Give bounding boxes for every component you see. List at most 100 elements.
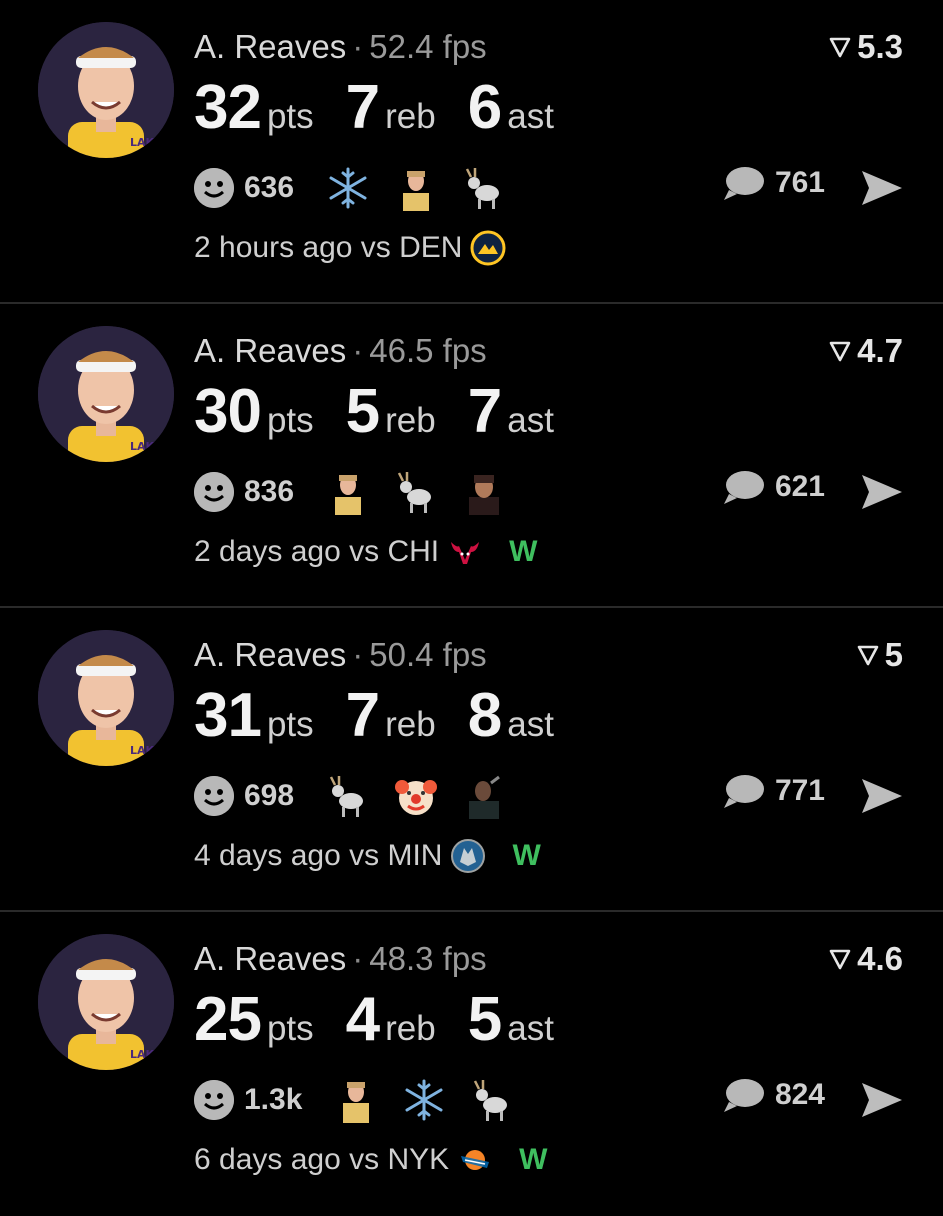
knicks-logo-icon[interactable] (457, 1142, 493, 1178)
points-value: 31 (194, 681, 262, 750)
player-avatar[interactable]: LAKERS (38, 326, 174, 462)
player-avatar[interactable]: LAKERS (38, 934, 174, 1070)
game-card[interactable]: LAKERS A. Reaves · 50.4 fps 5 31 pts 7 reb 8… (0, 608, 943, 912)
snowflake-icon[interactable] (322, 162, 374, 214)
points-value: 30 (194, 377, 262, 446)
smiley-icon[interactable] (194, 1080, 234, 1120)
comment-count: 771 (774, 774, 825, 807)
timberwolves-logo-icon[interactable] (450, 838, 486, 874)
rebounds-value: 4 (345, 985, 380, 1054)
reactions-row: 698 (194, 770, 526, 822)
player-name[interactable]: A. Reaves (194, 28, 346, 65)
rating-icon (857, 636, 879, 674)
snowflake-icon[interactable] (398, 1074, 450, 1126)
reactions-row: 1.3k (194, 1074, 534, 1126)
comment-count: 761 (774, 166, 825, 199)
points-value: 32 (194, 73, 262, 142)
rebounds-value: 5 (345, 377, 380, 446)
comment-bubble-icon (723, 775, 764, 808)
player-photo-icon[interactable] (322, 466, 374, 518)
comment-bubble-icon (723, 471, 764, 504)
card-header: A. Reaves · 50.4 fps (194, 636, 487, 673)
share-icon[interactable] (859, 776, 905, 816)
rating-badge[interactable]: 5 (857, 636, 903, 674)
stat-line: 25 pts 4 reb 5 ast (194, 984, 586, 1055)
rebounds-value: 7 (345, 73, 380, 142)
game-info: 4 days ago vs MIN W (194, 838, 541, 874)
assists-value: 6 (467, 73, 502, 142)
player-avatar[interactable]: LAKERS (38, 22, 174, 158)
game-card[interactable]: LAKERS A. Reaves · 46.5 fps 4.7 30 pts 5 reb… (0, 304, 943, 608)
assists-label: ast (507, 97, 554, 136)
comments-button[interactable]: 824 (721, 1076, 825, 1114)
points-label: pts (266, 401, 314, 440)
goat-icon[interactable] (466, 1074, 518, 1126)
bulls-logo-icon[interactable] (447, 534, 483, 570)
game-info: 2 days ago vs CHI W (194, 534, 537, 570)
player-photo-icon[interactable] (458, 466, 510, 518)
nuggets-logo-icon[interactable] (470, 230, 506, 266)
player-name[interactable]: A. Reaves (194, 332, 346, 369)
rating-value: 4.7 (857, 332, 903, 369)
smiley-icon[interactable] (194, 776, 234, 816)
comment-count: 621 (774, 470, 825, 503)
rating-icon (829, 28, 851, 66)
smiley-icon[interactable] (194, 472, 234, 512)
rating-badge[interactable]: 5.3 (829, 28, 903, 66)
player-photo-icon[interactable] (330, 1074, 382, 1126)
rating-badge[interactable]: 4.7 (829, 332, 903, 370)
points-label: pts (266, 97, 314, 136)
goat-icon[interactable] (322, 770, 374, 822)
rating-value: 4.6 (857, 940, 903, 977)
assists-label: ast (507, 401, 554, 440)
game-card[interactable]: LAKERS A. Reaves · 52.4 fps 5.3 32 pts 7 reb… (0, 0, 943, 304)
game-info: 2 hours ago vs DEN (194, 230, 532, 266)
reactions-row: 836 (194, 466, 526, 518)
card-header: A. Reaves · 46.5 fps (194, 332, 487, 369)
svg-text:LAKERS: LAKERS (130, 744, 174, 757)
comment-bubble-icon (723, 167, 764, 200)
player-photo-icon[interactable] (458, 770, 510, 822)
player-photo-icon[interactable] (390, 162, 442, 214)
game-info: 6 days ago vs NYK W (194, 1142, 547, 1178)
reaction-count: 698 (244, 779, 295, 812)
svg-text:LAKERS: LAKERS (130, 1048, 174, 1061)
rating-badge[interactable]: 4.6 (829, 940, 903, 978)
rating-icon (829, 332, 851, 370)
comment-count: 824 (774, 1078, 825, 1111)
stat-line: 31 pts 7 reb 8 ast (194, 680, 586, 751)
points-value: 25 (194, 985, 262, 1054)
rating-value: 5 (884, 636, 903, 673)
game-result: W (519, 1143, 548, 1176)
assists-value: 7 (467, 377, 502, 446)
share-icon[interactable] (859, 1080, 905, 1120)
player-avatar[interactable]: LAKERS (38, 630, 174, 766)
comments-button[interactable]: 771 (721, 772, 825, 810)
game-result: W (509, 535, 538, 568)
reactions-row: 636 (194, 162, 526, 214)
stat-line: 30 pts 5 reb 7 ast (194, 376, 586, 447)
stat-line: 32 pts 7 reb 6 ast (194, 72, 586, 143)
comments-button[interactable]: 761 (721, 164, 825, 202)
goat-icon[interactable] (390, 466, 442, 518)
player-name[interactable]: A. Reaves (194, 636, 346, 673)
game-result: W (512, 839, 541, 872)
comments-button[interactable]: 621 (721, 468, 825, 506)
goat-icon[interactable] (458, 162, 510, 214)
rebounds-label: reb (385, 97, 436, 136)
card-header: A. Reaves · 48.3 fps (194, 940, 487, 977)
fps-score: 46.5 fps (369, 332, 487, 369)
reaction-count: 836 (244, 475, 295, 508)
game-card[interactable]: LAKERS A. Reaves · 48.3 fps 4.6 25 pts 4 reb… (0, 912, 943, 1216)
fps-score: 48.3 fps (369, 940, 487, 977)
svg-text:LAKERS: LAKERS (130, 440, 174, 453)
player-name[interactable]: A. Reaves (194, 940, 346, 977)
game-time-opponent: 2 hours ago vs DEN (194, 231, 463, 264)
share-icon[interactable] (859, 168, 905, 208)
clown-icon[interactable] (390, 770, 442, 822)
svg-text:LAKERS: LAKERS (130, 136, 174, 149)
share-icon[interactable] (859, 472, 905, 512)
rating-value: 5.3 (857, 28, 903, 65)
points-label: pts (266, 705, 314, 744)
smiley-icon[interactable] (194, 168, 234, 208)
